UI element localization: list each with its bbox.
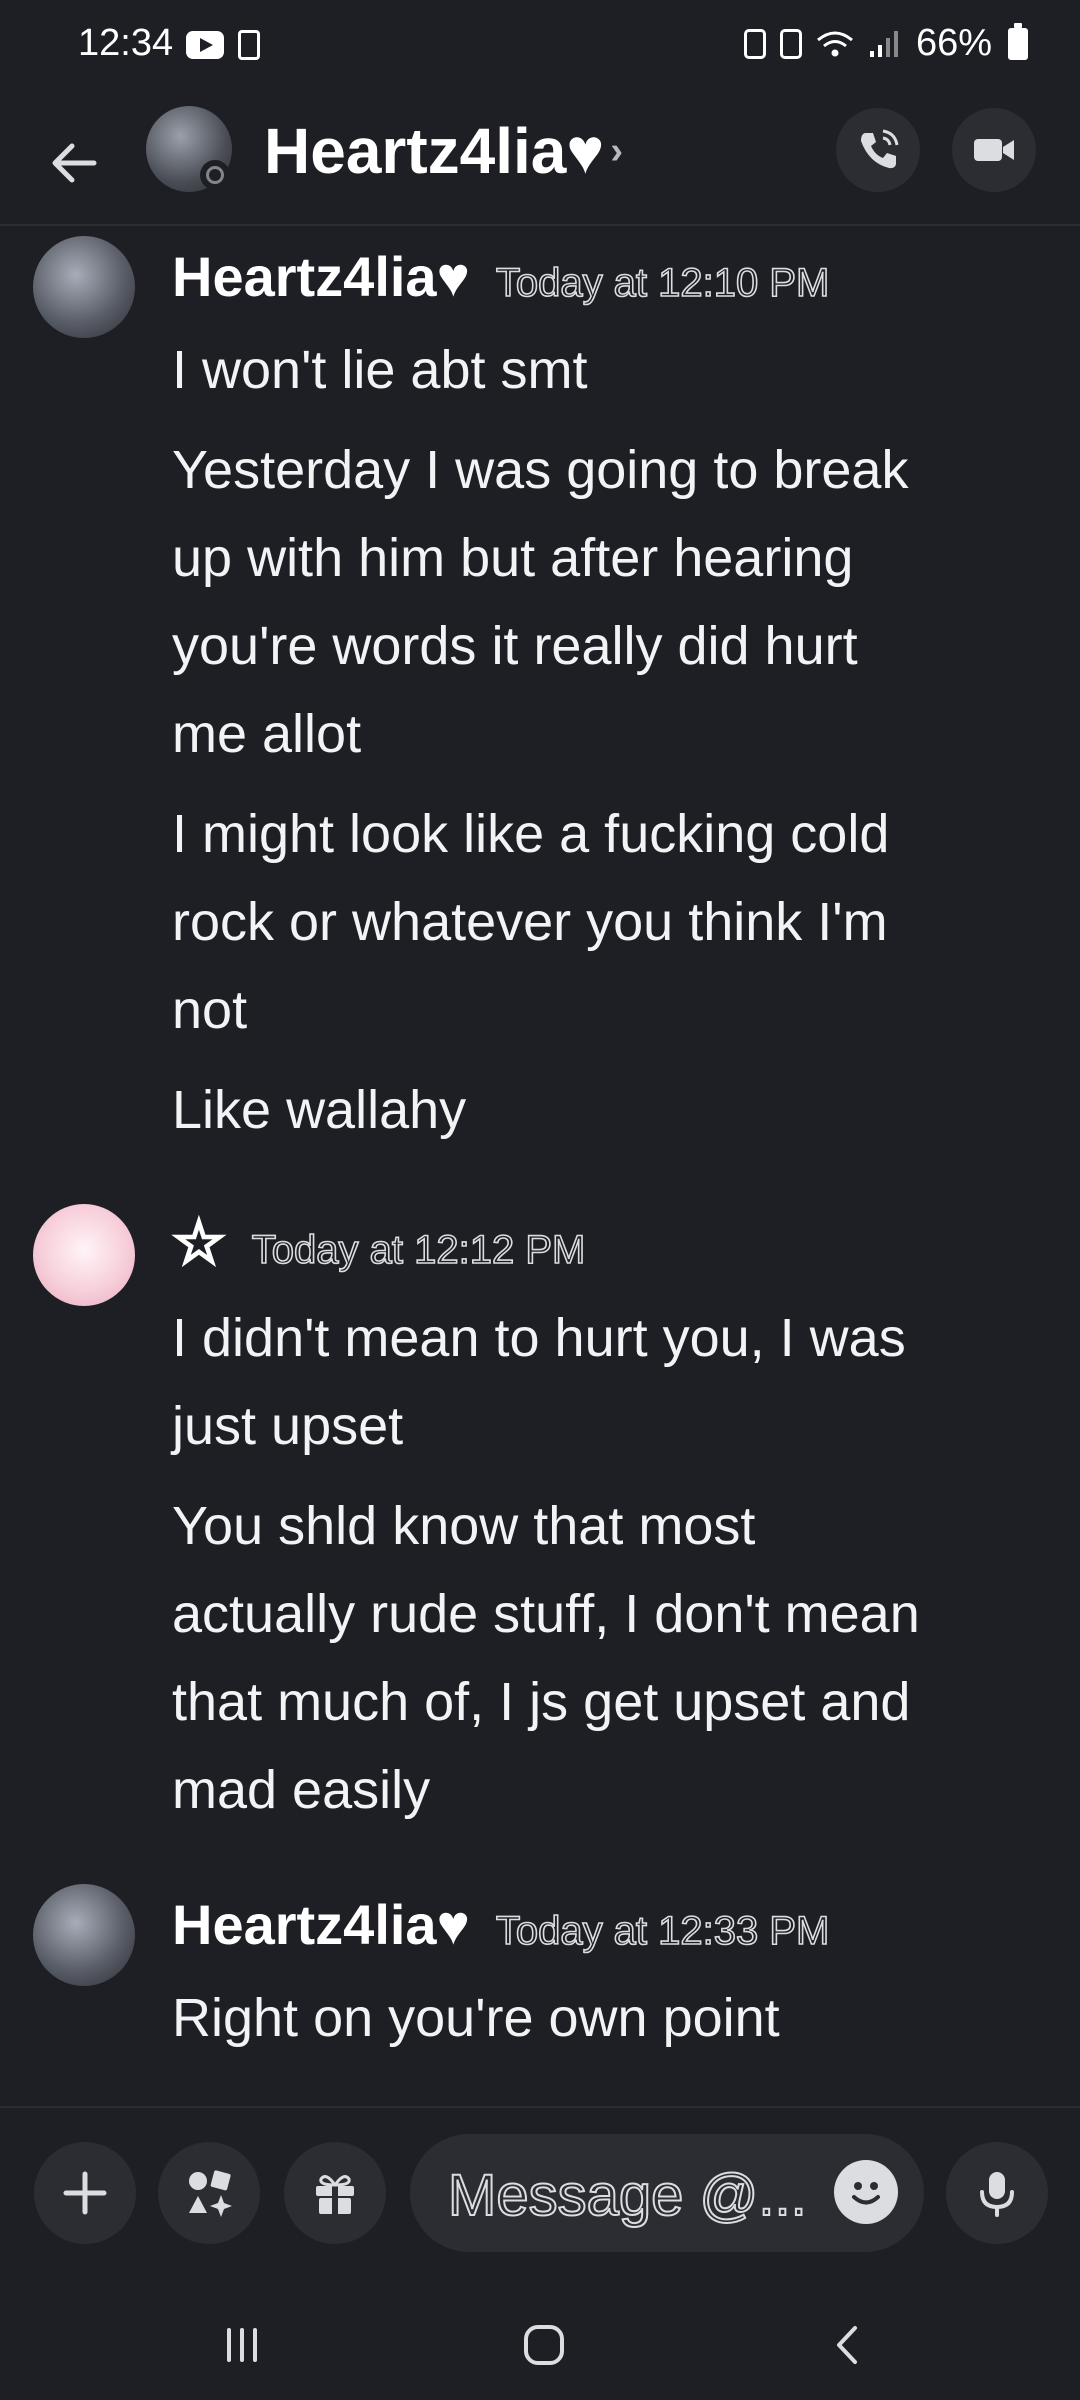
smiley-icon — [852, 2182, 880, 2205]
signal-icon — [869, 30, 898, 57]
battery-icon — [1008, 22, 1028, 60]
avatar[interactable] — [33, 236, 135, 338]
video-call-button[interactable] — [952, 108, 1036, 192]
timestamp: Today at 12:33 PM — [495, 1908, 830, 1954]
message-line: actually rude stuff, I don't mean — [172, 1584, 920, 1644]
apps-button[interactable] — [158, 2142, 260, 2244]
message-line: You shld know that most — [172, 1496, 756, 1556]
youtube-icon — [186, 31, 224, 59]
timestamp: Today at 12:12 PM — [251, 1227, 586, 1273]
message-header: ☆ Today at 12:12 PM — [171, 1208, 587, 1278]
message-line: up with him but after hearing — [172, 528, 854, 588]
apps-icon — [189, 2170, 232, 2217]
message-line: I might look like a fucking cold — [172, 804, 890, 864]
add-attachment-button[interactable] — [34, 2142, 136, 2244]
message-line: that much of, I js get upset and — [172, 1672, 911, 1732]
message-line: Yesterday I was going to break — [172, 440, 909, 500]
chat-title-text: Heartz4lia♥ — [264, 115, 605, 187]
status-bar: 12:34 66% — [0, 0, 1080, 96]
voice-message-button[interactable] — [946, 2142, 1048, 2244]
chevron-right-icon: › — [610, 130, 624, 172]
message-list[interactable]: Heartz4lia♥ Today at 12:10 PM I won't li… — [0, 226, 1080, 2106]
message-header: Heartz4lia♥ Today at 12:10 PM — [172, 244, 830, 309]
emoji-button[interactable] — [834, 2160, 898, 2224]
message-line: I won't lie abt smt — [172, 340, 588, 400]
video-camera-icon — [974, 139, 1014, 161]
recents-icon — [227, 2328, 257, 2362]
message-line: you're words it really did hurt — [172, 616, 858, 676]
avatar[interactable] — [33, 1204, 135, 1306]
phone-icon — [861, 129, 899, 169]
home-icon — [524, 2325, 564, 2365]
message-line: mad easily — [172, 1760, 431, 1820]
home-button[interactable] — [464, 2290, 624, 2400]
plus-icon — [63, 2171, 107, 2215]
chat-title[interactable]: Heartz4lia♥ › — [264, 114, 623, 188]
message-line: me allot — [172, 704, 362, 764]
timestamp: Today at 12:10 PM — [495, 260, 830, 306]
message-composer: Message @... — [0, 2106, 1080, 2292]
sim-icon — [779, 28, 802, 59]
author-name[interactable]: Heartz4lia♥ — [172, 1892, 470, 1957]
message-placeholder: Message @... — [447, 2162, 808, 2229]
message-line: I didn't mean to hurt you, I was — [172, 1308, 906, 1368]
status-right-icons: 66% — [743, 22, 1028, 65]
chevron-left-icon — [837, 2326, 857, 2364]
voice-call-button[interactable] — [836, 108, 920, 192]
microphone-icon — [980, 2172, 1014, 2217]
message-line: rock or whatever you think I'm — [172, 892, 888, 952]
message-line: not — [172, 980, 248, 1040]
author-name[interactable]: Heartz4lia♥ — [172, 244, 470, 309]
system-back-button[interactable] — [768, 2290, 928, 2400]
status-notification-icons — [186, 30, 260, 60]
system-nav-bar — [0, 2290, 1080, 2400]
message-header: Heartz4lia♥ Today at 12:33 PM — [172, 1892, 830, 1957]
chat-header: Heartz4lia♥ › — [0, 100, 1080, 226]
status-time: 12:34 — [78, 22, 174, 64]
message-input[interactable]: Message @... — [410, 2134, 924, 2252]
author-name[interactable]: ☆ — [171, 1208, 228, 1278]
avatar[interactable] — [33, 1884, 135, 1986]
notification-icon — [238, 30, 260, 60]
gift-button[interactable] — [284, 2142, 386, 2244]
battery-percent: 66% — [915, 22, 992, 64]
message-line: Like wallahy — [172, 1080, 467, 1140]
message-line: Right on you're own point — [172, 1988, 780, 2048]
gift-icon — [316, 2175, 354, 2214]
offline-status-icon — [200, 160, 230, 190]
recent-apps-button[interactable] — [162, 2290, 322, 2400]
back-arrow-icon[interactable] — [40, 128, 110, 198]
battery-saver-icon — [743, 28, 766, 59]
wifi-icon — [816, 31, 853, 56]
message-line: just upset — [172, 1396, 404, 1456]
